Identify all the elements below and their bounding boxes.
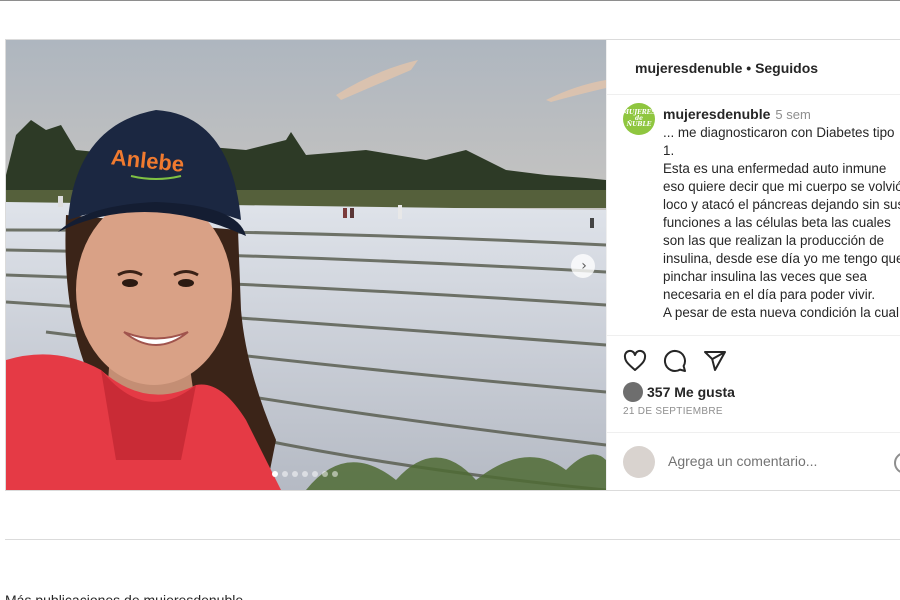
carousel-dot [332,471,338,477]
current-user-avatar [623,446,655,478]
photo-scene: Anlebe [6,40,606,490]
share-icon[interactable] [703,349,727,373]
comment-composer [607,432,900,490]
more-posts-heading: Más publicaciones de mujeresdenuble [5,592,244,600]
section-divider [5,539,900,540]
post-date[interactable]: 21 DE SEPTIEMBRE [623,406,723,417]
post-side-panel: mujeresdenuble • Seguidos MUJERES de ÑUB… [606,40,900,490]
caption-username-link[interactable]: mujeresdenuble [663,106,770,122]
author-avatar[interactable]: MUJERES de ÑUBLE [623,103,655,135]
carousel-indicator [272,471,338,477]
header-separator: • [746,60,752,76]
chevron-right-icon: › [581,258,587,274]
carousel-dot [292,471,298,477]
likes-count-link[interactable]: 357 Me gusta [647,384,735,400]
browser-top-rule [0,0,900,1]
caption-timestamp[interactable]: 5 sem [775,107,810,122]
caption-scroll-area[interactable]: MUJERES de ÑUBLE mujeresdenuble 5 sem ...… [607,96,900,336]
carousel-dot [302,471,308,477]
comment-input[interactable] [668,453,878,469]
liker-avatar [623,382,643,402]
carousel-dot [272,471,278,477]
carousel-dot [322,471,328,477]
carousel-next-button[interactable]: › [571,254,595,278]
action-bar [623,349,727,373]
emoji-icon[interactable] [894,452,900,474]
heart-icon[interactable] [623,349,647,373]
carousel-dot [282,471,288,477]
post-header-row: mujeresdenuble • Seguidos [635,60,818,76]
instagram-post: Anlebe › mujeresdenuble • Seguidos MUJER… [5,39,900,491]
caption-text: ... me diagnosticaron con Diabetes tipo … [663,125,900,320]
post-header: mujeresdenuble • Seguidos [607,40,900,95]
comment-icon[interactable] [663,349,687,373]
likes-row: 357 Me gusta [623,382,735,402]
header-username-link[interactable]: mujeresdenuble [635,60,742,76]
post-photo[interactable]: Anlebe › [6,40,606,490]
follow-status-button[interactable]: Seguidos [755,60,818,76]
caption-header: mujeresdenuble 5 sem [663,106,811,122]
avatar-logo-text: MUJERES de ÑUBLE [623,108,655,129]
carousel-dot [312,471,318,477]
